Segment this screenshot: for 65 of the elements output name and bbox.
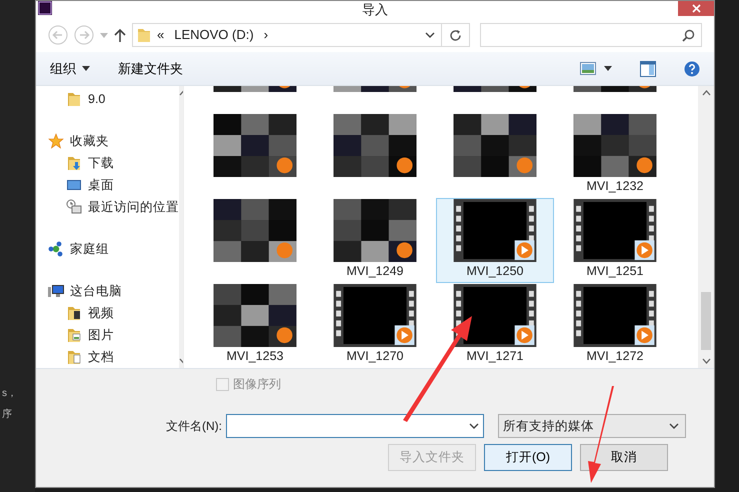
recent-places-icon [66,199,82,215]
breadcrumb[interactable]: « [157,25,164,45]
video-folder-icon [66,305,82,321]
new-folder-button[interactable]: 新建文件夹 [118,58,183,78]
folder-icon [66,91,82,107]
address-bar[interactable]: « LENOVO (D:) › [132,23,470,47]
nav-item[interactable]: 桌面 [88,176,114,194]
video-file-icon [453,199,537,262]
nav-item[interactable]: 收藏夹 [70,132,109,150]
close-button[interactable] [678,1,714,16]
checkbox-label: 图像序列 [233,376,281,393]
nav-item[interactable]: 最近访问的位置 [88,198,179,216]
file-item[interactable]: MVI_1251 [556,198,674,283]
preview-pane-icon[interactable] [640,60,656,76]
dialog-button[interactable]: 取消 [580,444,668,471]
organize-menu[interactable]: 组织 [50,58,90,78]
monitor-icon [66,177,82,193]
view-icon[interactable] [580,62,596,75]
file-item[interactable]: MVI_1249 [316,198,434,283]
chevron-down-icon[interactable] [469,423,479,429]
video-file-icon [573,199,657,262]
document-folder-icon [66,349,82,365]
chevron-down-icon[interactable] [425,32,435,38]
up-arrow-icon[interactable] [114,28,126,42]
file-item[interactable]: MVI_1250 [436,198,554,283]
nav-item[interactable]: 下载 [88,154,114,172]
refresh-icon[interactable] [449,28,462,42]
scrollbar-thumb[interactable] [701,292,711,350]
star-icon [48,133,64,149]
nav-item[interactable]: 9.0 [88,90,106,108]
nav-item[interactable]: 这台电脑 [70,282,122,300]
file-type-dropdown[interactable]: 所有支持的媒体 [498,414,686,438]
folder-icon [137,27,151,43]
file-item[interactable]: MVI_1253 [196,283,314,368]
video-file-icon [333,284,417,347]
app-text: 序 [2,408,13,422]
dropdown-icon[interactable] [604,66,612,71]
filename-field[interactable] [226,414,484,438]
homegroup-icon [48,241,64,257]
video-file-icon [453,284,537,347]
download-folder-icon [66,155,82,171]
nav-item[interactable]: 图片 [88,326,114,344]
nav-item[interactable]: 视频 [88,304,114,322]
search-icon [682,28,695,42]
chevron-down-icon [669,423,679,429]
file-item[interactable]: MVI_1270 [316,283,434,368]
open-button[interactable]: 打开(O) [484,444,572,471]
file-item[interactable]: MVI_1272 [556,283,674,368]
filename-label: 文件名(N): [166,418,222,435]
help-icon[interactable] [684,60,700,76]
search-field[interactable] [480,23,702,47]
file-item[interactable]: MVI_1232 [556,113,674,198]
window-title: 导入 [362,2,388,17]
app-logo-icon [38,1,52,15]
video-file-icon [573,284,657,347]
nav-item[interactable]: 文档 [88,348,114,366]
breadcrumb[interactable]: LENOVO (D:) [174,25,254,45]
app-text: s， [2,387,18,401]
caret-icon [82,66,90,71]
breadcrumb[interactable]: › [264,25,268,45]
close-icon [692,4,700,13]
file-item[interactable]: MVI_1271 [436,283,554,368]
nav-item[interactable]: 家庭组 [70,240,109,258]
picture-folder-icon [66,327,82,343]
computer-icon [48,283,64,299]
